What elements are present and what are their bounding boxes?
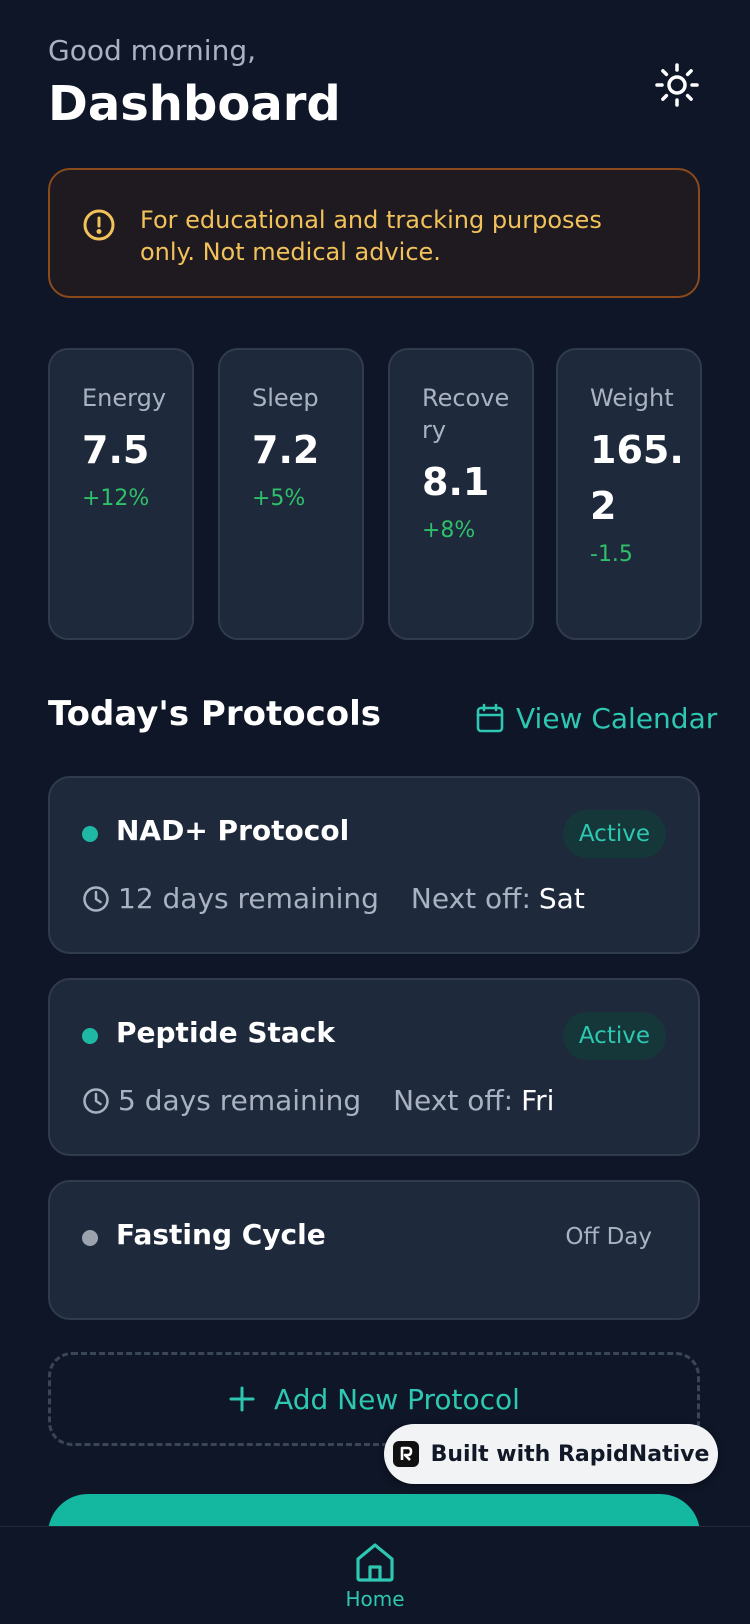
alert-circle-icon — [83, 209, 115, 241]
stat-card-recovery[interactable]: Recovery 8.1 +8% — [388, 348, 534, 640]
stat-value: 7.5 — [82, 428, 150, 472]
days-remaining: 5 days remaining — [118, 1084, 362, 1117]
disclaimer-banner: For educational and tracking purposes on… — [48, 168, 700, 298]
clock-icon — [83, 885, 109, 912]
stat-change: +8% — [422, 518, 476, 543]
view-calendar-label: View Calendar — [516, 701, 718, 735]
protocol-card-nad[interactable]: NAD+ Protocol Active 12 days remaining N… — [48, 776, 700, 954]
disclaimer-text: For educational and tracking purposes on… — [140, 206, 602, 266]
plus-icon — [229, 1386, 255, 1412]
protocol-meta: 5 days remaining Next off: Fri — [82, 1084, 554, 1117]
clock-icon — [83, 1087, 109, 1114]
stat-change: -1.5 — [590, 542, 633, 567]
status-badge: Active — [562, 1012, 666, 1060]
stat-change: +12% — [82, 486, 150, 511]
protocol-name: NAD+ Protocol — [116, 814, 350, 847]
days-remaining: 12 days remaining — [118, 882, 379, 915]
stat-card-sleep[interactable]: Sleep 7.2 +5% — [218, 348, 364, 640]
stat-label: Energy — [82, 384, 167, 412]
protocol-name: Fasting Cycle — [116, 1218, 326, 1251]
rapidnative-logo-icon — [392, 1441, 419, 1467]
dashboard-screen: Good morning, Dashboard For educational … — [0, 0, 750, 1624]
protocol-status-dot — [82, 826, 98, 842]
status-badge: Active — [562, 810, 666, 858]
calendar-icon — [476, 703, 504, 733]
stat-value: 7.2 — [252, 428, 320, 472]
section-title-protocols: Today's Protocols — [48, 694, 381, 734]
sun-icon — [655, 63, 699, 107]
next-off-value: Fri — [521, 1084, 555, 1117]
tab-home[interactable]: Home — [340, 1541, 410, 1624]
stat-card-weight[interactable]: Weight 165.2 -1.5 — [556, 348, 702, 640]
bottom-tab-bar: Home — [0, 1526, 750, 1624]
view-calendar-link[interactable]: View Calendar — [476, 698, 717, 738]
next-off-label: Next off: — [410, 882, 531, 915]
built-with-label: Built with RapidNative — [430, 1441, 710, 1467]
protocol-meta: 12 days remaining Next off: Sat — [82, 882, 585, 915]
add-protocol-label: Add New Protocol — [274, 1382, 520, 1416]
stat-change: +5% — [252, 486, 306, 511]
tab-home-label: Home — [345, 1587, 405, 1611]
next-off-value: Sat — [538, 882, 585, 915]
built-with-badge[interactable]: Built with RapidNative — [384, 1424, 718, 1484]
protocol-card-fasting[interactable]: Fasting Cycle Off Day — [48, 1180, 700, 1320]
page-title: Dashboard — [48, 76, 341, 132]
theme-toggle-button[interactable] — [652, 60, 702, 110]
stat-value: 8.1 — [422, 460, 490, 504]
stat-label: Recovery — [422, 384, 510, 444]
status-text: Off Day — [565, 1224, 652, 1250]
protocol-status-dot — [82, 1230, 98, 1246]
protocol-status-dot — [82, 1028, 98, 1044]
stat-label: Weight — [590, 384, 674, 412]
stat-value: 165.2 — [590, 428, 684, 528]
protocol-card-peptide[interactable]: Peptide Stack Active 5 days remaining Ne… — [48, 978, 700, 1156]
stat-card-energy[interactable]: Energy 7.5 +12% — [48, 348, 194, 640]
greeting-text: Good morning, — [48, 34, 257, 67]
home-icon — [356, 1543, 394, 1582]
stat-label: Sleep — [252, 384, 319, 412]
protocol-name: Peptide Stack — [116, 1016, 335, 1049]
next-off-label: Next off: — [393, 1084, 514, 1117]
